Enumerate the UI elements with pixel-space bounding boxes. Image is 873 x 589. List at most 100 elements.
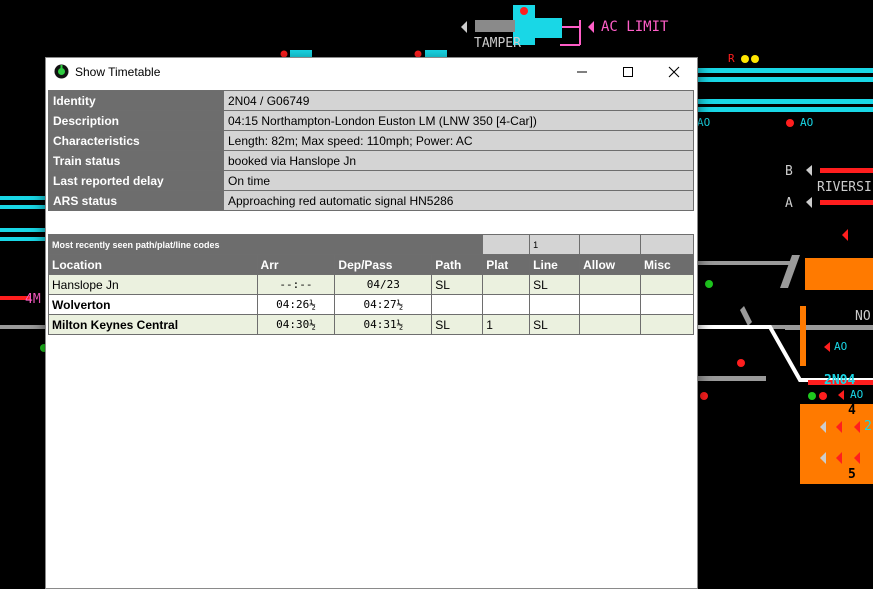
track [696, 99, 873, 104]
timetable-window: Show Timetable Identity 2N04 / G06749 De… [45, 57, 698, 589]
location-cell: Wolverton [48, 294, 258, 315]
info-value: On time [223, 170, 694, 191]
table-row[interactable]: Wolverton 04:26½ 04:27½ [48, 294, 694, 315]
arrow [806, 197, 812, 208]
close-icon [668, 66, 680, 78]
info-value: booked via Hanslope Jn [223, 150, 694, 171]
arrow [842, 229, 848, 241]
title-bar[interactable]: Show Timetable [46, 58, 697, 86]
col-misc: Misc [640, 254, 694, 275]
signal [819, 392, 827, 400]
plat-cell [482, 274, 531, 295]
location-cell: Hanslope Jn [48, 274, 258, 295]
allow-cell [579, 274, 642, 295]
platform-4-label: 4 [848, 403, 856, 418]
close-button[interactable] [651, 58, 697, 86]
misc-cell [640, 274, 694, 295]
no-label: NO [855, 309, 871, 324]
dep-cell: 04/23 [334, 274, 433, 295]
track [696, 261, 796, 265]
info-row-ars-status: ARS status Approaching red automatic sig… [48, 190, 694, 211]
col-plat: Plat [482, 254, 531, 275]
arrow [838, 390, 844, 400]
info-key: Identity [48, 90, 224, 111]
info-key: Characteristics [48, 130, 224, 151]
a-label: A [785, 196, 793, 211]
track [696, 77, 873, 82]
track [0, 196, 46, 200]
info-row-characteristics: Characteristics Length: 82m; Max speed: … [48, 130, 694, 151]
4m-label: 4M [25, 292, 41, 307]
timetable-table: Most recently seen path/plat/line codes … [47, 234, 694, 335]
arrow [461, 21, 467, 33]
dep-cell: 04:31½ [334, 314, 433, 335]
maximize-button[interactable] [605, 58, 651, 86]
ao-indicator: AO [800, 116, 814, 129]
arr-cell: 04:26½ [256, 294, 336, 315]
r-indicator: R [728, 52, 735, 65]
track [0, 228, 46, 232]
window-title: Show Timetable [75, 65, 161, 79]
maximize-icon [623, 67, 633, 77]
train-info-table: Identity 2N04 / G06749 Description 04:15… [48, 90, 694, 211]
info-value: Approaching red automatic signal HN5286 [223, 190, 694, 211]
track-2-label: 2 [864, 419, 872, 434]
track [696, 68, 873, 73]
table-row[interactable]: Milton Keynes Central 04:30½ 04:31½ SL 1… [48, 314, 694, 335]
info-row-identity: Identity 2N04 / G06749 [48, 90, 694, 111]
track [0, 205, 46, 209]
track [740, 306, 752, 326]
column-header-row: Location Arr Dep/Pass Path Plat Line All… [48, 254, 694, 275]
codes-allow [640, 234, 694, 255]
table-row[interactable]: Hanslope Jn --:-- 04/23 SL SL [48, 274, 694, 295]
signal [751, 55, 759, 63]
platform [805, 258, 873, 290]
allow-cell [579, 294, 642, 315]
app-icon [54, 64, 69, 79]
headcode-2n04[interactable]: 2N04 [824, 373, 855, 388]
col-path: Path [431, 254, 484, 275]
misc-cell [640, 294, 694, 315]
track [820, 200, 873, 205]
arr-cell: 04:30½ [256, 314, 336, 335]
ao-indicator: AO [850, 388, 864, 401]
path-cell [431, 294, 484, 315]
path-cell: SL [431, 314, 484, 335]
dep-cell: 04:27½ [334, 294, 433, 315]
track [0, 325, 46, 329]
signal [737, 359, 745, 367]
info-key: Last reported delay [48, 170, 224, 191]
tamper-label: TAMPER [474, 36, 521, 51]
info-key: Description [48, 110, 224, 131]
codes-header-row: Most recently seen path/plat/line codes … [47, 234, 694, 255]
signal [786, 119, 794, 127]
track [785, 325, 873, 330]
riverside-label: RIVERSI [817, 180, 872, 195]
platform [800, 306, 806, 366]
codes-path [482, 234, 531, 255]
codes-header: Most recently seen path/plat/line codes [47, 234, 484, 255]
platform-5-label: 5 [848, 467, 856, 482]
info-key: ARS status [48, 190, 224, 211]
b-label: B [785, 164, 793, 179]
info-key: Train status [48, 150, 224, 171]
signal [808, 392, 816, 400]
minimize-button[interactable] [559, 58, 605, 86]
signal [700, 392, 708, 400]
signal [741, 55, 749, 63]
arr-cell: --:-- [256, 274, 336, 295]
allow-cell [579, 314, 642, 335]
col-arr: Arr [256, 254, 336, 275]
col-line: Line [529, 254, 581, 275]
track [820, 168, 873, 173]
minimize-icon [577, 71, 587, 73]
ac-limit-label: AC LIMIT [601, 19, 669, 35]
arrow [588, 21, 594, 33]
codes-plat: 1 [529, 234, 581, 255]
ao-indicator: AO [834, 340, 848, 353]
col-allow: Allow [579, 254, 642, 275]
track [475, 20, 515, 32]
path-cell: SL [431, 274, 484, 295]
info-value: 04:15 Northampton-London Euston LM (LNW … [223, 110, 694, 131]
plat-cell [482, 294, 531, 315]
